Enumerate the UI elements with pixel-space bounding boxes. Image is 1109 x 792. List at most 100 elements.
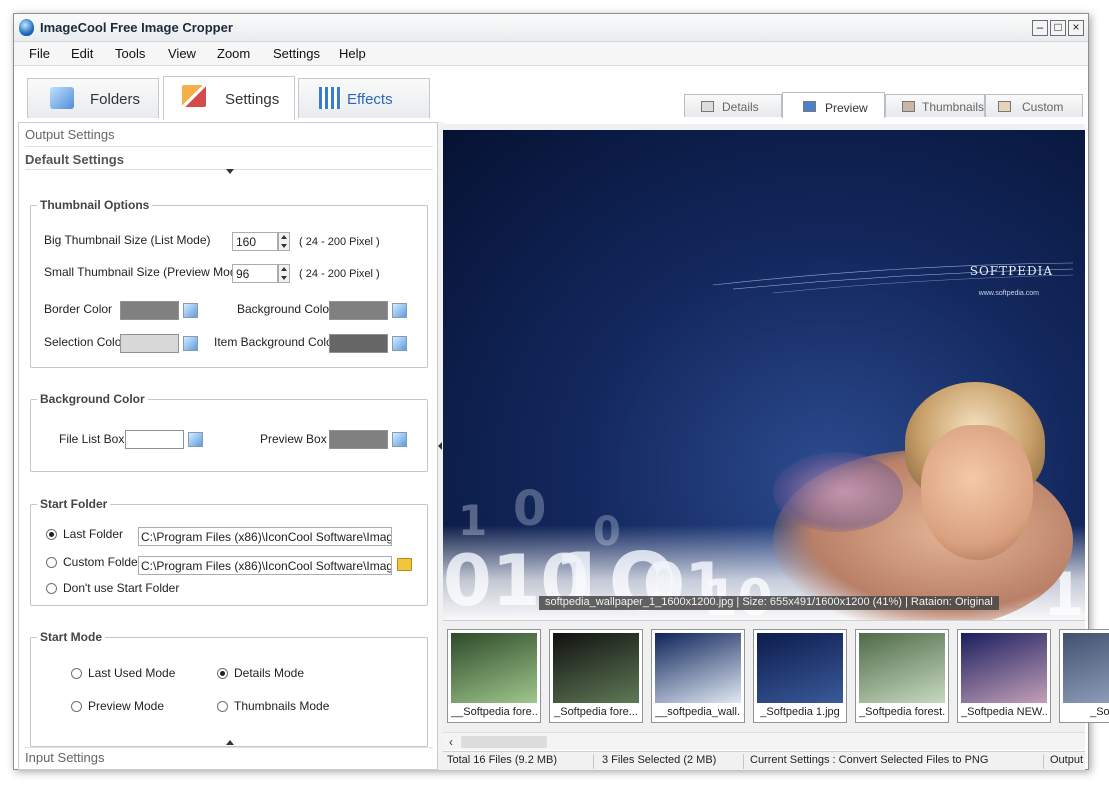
tab-details-view[interactable]: Details [684, 94, 782, 117]
thumbnail-caption: __softpedia_wall... [655, 706, 741, 718]
small-thumb-size-spinner[interactable] [278, 264, 290, 283]
thumbnail-image [859, 633, 945, 703]
settings-icon [182, 85, 206, 107]
thumbnail-item[interactable]: _Softpedia forest... [855, 629, 949, 723]
input-settings-header[interactable]: Input Settings [25, 750, 105, 765]
tab-settings-label: Settings [225, 91, 280, 108]
color-picker-icon[interactable] [183, 336, 198, 351]
thumbnail-image [655, 633, 741, 703]
last-folder-path-field[interactable]: C:\Program Files (x86)\IconCool Software… [138, 527, 392, 546]
selection-color-swatch[interactable] [120, 334, 179, 353]
splitter-arrow-icon[interactable] [438, 442, 442, 450]
thumbnail-image [961, 633, 1047, 703]
browse-folder-icon[interactable] [397, 558, 412, 571]
window-title: ImageCool Free Image Cropper [40, 20, 233, 35]
menu-help[interactable]: Help [339, 46, 366, 61]
tab-thumbnails-view[interactable]: Thumbnails [885, 94, 985, 117]
tab-details-label: Details [722, 100, 759, 114]
color-picker-icon[interactable] [392, 303, 407, 318]
color-picker-icon[interactable] [183, 303, 198, 318]
preview-color-swatch[interactable] [329, 430, 388, 449]
color-picker-icon[interactable] [392, 432, 407, 447]
last-used-mode-radio[interactable] [71, 668, 82, 679]
preview-icon [803, 101, 816, 112]
last-folder-radio[interactable] [46, 529, 57, 540]
background-color-group: Background Color File List Box Preview B… [30, 392, 428, 472]
thumbnail-image [757, 633, 843, 703]
thumb-background-color-swatch[interactable] [329, 301, 388, 320]
custom-folder-radio[interactable] [46, 557, 57, 568]
scroll-left-icon[interactable]: ‹ [449, 735, 453, 749]
image-preview[interactable]: SOFTPEDIA www.softpedia.com 010 1O 01 10… [443, 124, 1085, 620]
tab-preview-view[interactable]: Preview [782, 92, 885, 118]
last-folder-label: Last Folder [63, 527, 124, 541]
menu-view[interactable]: View [168, 46, 196, 61]
thumbnail-item[interactable]: _Softpedia 1.jpg [753, 629, 847, 723]
no-start-folder-radio[interactable] [46, 583, 57, 594]
thumbnail-item[interactable]: __softpedia_wall... [651, 629, 745, 723]
thumbnail-options-group: Thumbnail Options Big Thumbnail Size (Li… [30, 198, 428, 368]
tab-thumbnails-label: Thumbnails [922, 100, 985, 114]
tab-settings[interactable]: Settings [163, 76, 295, 120]
brand-url: www.softpedia.com [978, 290, 1039, 297]
thumbnails-icon [902, 101, 915, 112]
file-list-color-swatch[interactable] [125, 430, 184, 449]
output-settings-header[interactable]: Output Settings [25, 127, 115, 142]
thumbnail-caption: __Softpedia fore... [451, 706, 537, 718]
thumbnail-item[interactable]: __Softpedia fore... [447, 629, 541, 723]
header-divider [25, 747, 433, 748]
details-icon [701, 101, 714, 112]
thumbnails-mode-radio[interactable] [217, 701, 228, 712]
preview-mode-label: Preview Mode [88, 699, 165, 713]
default-settings-header[interactable]: Default Settings [25, 152, 124, 167]
big-thumb-size-input[interactable]: 160 [232, 232, 278, 251]
small-thumb-size-input[interactable]: 96 [232, 264, 278, 283]
collapse-grip-icon[interactable] [226, 169, 234, 174]
scroll-thumb[interactable] [461, 736, 547, 748]
color-picker-icon[interactable] [392, 336, 407, 351]
menu-zoom[interactable]: Zoom [217, 46, 250, 61]
tab-preview-label: Preview [825, 101, 868, 115]
item-background-color-swatch[interactable] [329, 334, 388, 353]
menu-tools[interactable]: Tools [115, 46, 145, 61]
big-thumb-size-spinner[interactable] [278, 232, 290, 251]
header-divider [25, 146, 433, 147]
photo-subject-arm [773, 452, 903, 532]
minimize-button[interactable]: – [1032, 20, 1048, 36]
background-color-label: Background Color [237, 302, 334, 316]
tab-folders[interactable]: Folders [27, 78, 159, 118]
color-picker-icon[interactable] [188, 432, 203, 447]
thumbnail-item[interactable]: _Softpedia fore... [549, 629, 643, 723]
group-title: Start Folder [37, 497, 111, 511]
thumbnail-scrollbar[interactable]: ‹ [443, 732, 1085, 750]
status-current-settings: Current Settings : Convert Selected File… [746, 754, 1044, 769]
expand-grip-icon[interactable] [226, 740, 234, 745]
thumbnail-item[interactable]: _Softpedia NEW... [957, 629, 1051, 723]
menu-settings[interactable]: Settings [273, 46, 320, 61]
start-folder-group: Start Folder Last Folder C:\Program File… [30, 497, 428, 606]
start-mode-group: Start Mode Last Used Mode Details Mode P… [30, 630, 428, 747]
menu-file[interactable]: File [29, 46, 50, 61]
maximize-button[interactable]: □ [1050, 20, 1066, 36]
thumbnail-caption: _Softp [1090, 706, 1109, 718]
tab-custom-view[interactable]: Custom [985, 94, 1083, 117]
details-mode-radio[interactable] [217, 668, 228, 679]
tab-effects-label: Effects [347, 91, 393, 108]
tab-effects[interactable]: Effects [298, 78, 430, 118]
big-thumb-size-label: Big Thumbnail Size (List Mode) [44, 233, 211, 247]
small-thumb-size-label: Small Thumbnail Size (Preview Mode) [44, 265, 248, 279]
folders-icon [50, 87, 74, 109]
preview-box-label: Preview Box [260, 432, 327, 446]
menu-edit[interactable]: Edit [71, 46, 93, 61]
menu-bar: File Edit Tools View Zoom Settings Help [14, 42, 1088, 66]
preview-mode-radio[interactable] [71, 701, 82, 712]
custom-folder-path-field[interactable]: C:\Program Files (x86)\IconCool Software… [138, 556, 392, 575]
close-button[interactable]: × [1068, 20, 1084, 36]
border-color-swatch[interactable] [120, 301, 179, 320]
custom-icon [998, 101, 1011, 112]
brand-watermark: SOFTPEDIA [969, 264, 1053, 278]
item-background-color-label: Item Background Color [214, 335, 337, 349]
app-window: ImageCool Free Image Cropper – □ × File … [13, 13, 1109, 770]
thumbnail-item[interactable]: _Softp [1059, 629, 1109, 723]
effects-icon [319, 87, 341, 109]
